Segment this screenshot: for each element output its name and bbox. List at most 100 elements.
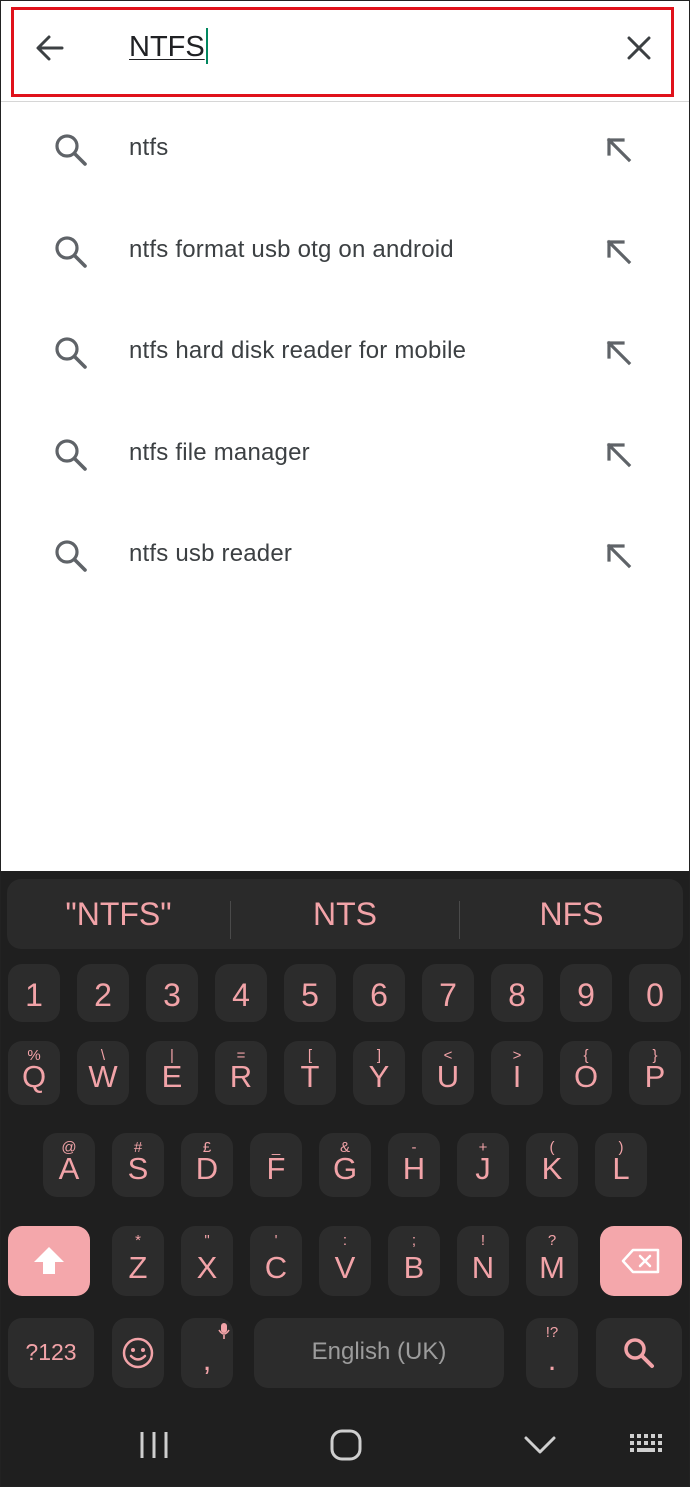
key-label: Y (368, 1059, 390, 1094)
recent-apps-icon[interactable] (138, 1430, 170, 1460)
key-u[interactable]: < U (422, 1041, 474, 1105)
key-8[interactable]: 8 (491, 964, 543, 1022)
search-icon (55, 438, 87, 471)
key-3[interactable]: 3 (146, 964, 198, 1022)
key-n[interactable]: ! N (457, 1226, 509, 1296)
key-i[interactable]: > I (491, 1041, 543, 1105)
key-z[interactable]: * Z (112, 1226, 164, 1296)
key-e[interactable]: | E (146, 1041, 198, 1105)
suggestion-item[interactable]: ntfs usb reader (0, 507, 690, 609)
suggestion-text: ntfs format usb otg on android (129, 235, 454, 263)
home-icon[interactable] (329, 1428, 363, 1462)
key-label: M (539, 1250, 565, 1285)
key-label: R (229, 1059, 253, 1094)
suggestion-text: ntfs usb reader (129, 540, 293, 567)
comma-key[interactable]: , (181, 1318, 233, 1388)
suggestion-list: ntfs ntfs format usb otg on android ntfs… (0, 101, 690, 609)
search-icon (624, 1338, 654, 1368)
prediction-item[interactable]: "NTFS" (7, 879, 230, 949)
highlight-box (11, 7, 674, 97)
arrow-up-left-icon[interactable] (600, 436, 636, 472)
backspace-key[interactable] (600, 1226, 682, 1296)
key-sub-label: ; (411, 1232, 417, 1249)
key-sub-label: " (204, 1232, 210, 1249)
key-9[interactable]: 9 (560, 964, 612, 1022)
key-s[interactable]: # S (112, 1133, 164, 1197)
key-k[interactable]: (K (526, 1133, 578, 1197)
key-v[interactable]: :V (319, 1226, 371, 1296)
key-r[interactable]: = R (215, 1041, 267, 1105)
key-6[interactable]: 6 (353, 964, 405, 1022)
key-j[interactable]: + J (457, 1133, 509, 1197)
key-label: English (UK) (311, 1338, 447, 1365)
key-label: Z (128, 1250, 148, 1285)
arrow-up-left-icon[interactable] (600, 537, 636, 573)
key-label: Q (21, 1059, 47, 1094)
key-f[interactable]: _ F (250, 1133, 302, 1197)
arrow-up-left-icon[interactable] (600, 233, 636, 269)
key-t[interactable]: [T (284, 1041, 336, 1105)
key-label: K (541, 1151, 563, 1186)
prediction-item[interactable]: NTS (231, 879, 459, 949)
key-c[interactable]: ' C (250, 1226, 302, 1296)
key-l[interactable]: ) L (595, 1133, 647, 1197)
suggestion-text: ntfs file manager (129, 438, 310, 466)
key-sub-label: ' (274, 1232, 278, 1249)
key-label: J (475, 1151, 491, 1186)
shift-key[interactable] (8, 1226, 90, 1296)
key-w[interactable]: \ W (77, 1041, 129, 1105)
key-label: W (88, 1059, 118, 1094)
key-sub-label: * (135, 1232, 141, 1249)
key-g[interactable]: & G (319, 1133, 371, 1197)
search-icon (55, 134, 87, 166)
key-label: 0 (646, 977, 664, 1013)
key-label: B (403, 1250, 425, 1285)
key-label: . (547, 1342, 557, 1377)
keyboard-icon[interactable] (629, 1432, 667, 1458)
navigation-bar (0, 1420, 690, 1487)
key-label: P (644, 1059, 666, 1094)
key-1[interactable]: 1 (8, 964, 60, 1022)
key-5[interactable]: 5 (284, 964, 336, 1022)
symbols-key[interactable]: ?123 (8, 1318, 94, 1388)
chevron-down-icon[interactable] (523, 1434, 557, 1456)
key-m[interactable]: ? M (526, 1226, 578, 1296)
key-o[interactable]: {O (560, 1041, 612, 1105)
key-2[interactable]: 2 (77, 964, 129, 1022)
search-key[interactable] (596, 1318, 682, 1388)
period-key[interactable]: !?. (526, 1318, 578, 1388)
key-h[interactable]: -H (388, 1133, 440, 1197)
key-0[interactable]: 0 (629, 964, 681, 1022)
arrow-up-left-icon[interactable] (600, 334, 636, 370)
keyboard: "NTFS" NTS NFS 1 2 3 4 5 6 7 8 9 0 % Q \ W… (0, 871, 690, 1487)
key-7[interactable]: 7 (422, 964, 474, 1022)
key-q[interactable]: % Q (8, 1041, 60, 1105)
key-4[interactable]: 4 (215, 964, 267, 1022)
key-sub-label: ? (547, 1232, 557, 1249)
suggestion-item[interactable]: ntfs file manager (0, 406, 690, 508)
space-key[interactable]: English (UK) (254, 1318, 504, 1388)
key-b[interactable]: ; B (388, 1226, 440, 1296)
suggestion-item[interactable]: ntfs format usb otg on android (0, 203, 690, 305)
key-label: D (195, 1151, 219, 1186)
suggestion-item[interactable]: ntfs hard disk reader for mobile (0, 304, 690, 406)
key-label: 3 (163, 977, 181, 1013)
key-label: 9 (577, 977, 595, 1013)
search-icon (55, 337, 87, 369)
key-p[interactable]: } P (629, 1041, 681, 1105)
key-label: 2 (94, 977, 112, 1013)
key-label: I (512, 1059, 522, 1094)
key-y[interactable]: ] Y (353, 1041, 405, 1105)
key-d[interactable]: £ D (181, 1133, 233, 1197)
key-a[interactable]: @ A (43, 1133, 95, 1197)
key-label: X (196, 1250, 218, 1285)
key-label: F (266, 1151, 286, 1186)
emoji-key[interactable] (112, 1318, 164, 1388)
key-x[interactable]: " X (181, 1226, 233, 1296)
key-label: 7 (439, 977, 457, 1013)
suggestion-text: ntfs hard disk reader for mobile (129, 337, 467, 364)
arrow-up-left-icon[interactable] (600, 131, 636, 167)
suggestion-item[interactable]: ntfs (0, 101, 690, 203)
search-icon (55, 540, 87, 572)
prediction-item[interactable]: NFS (460, 879, 683, 949)
